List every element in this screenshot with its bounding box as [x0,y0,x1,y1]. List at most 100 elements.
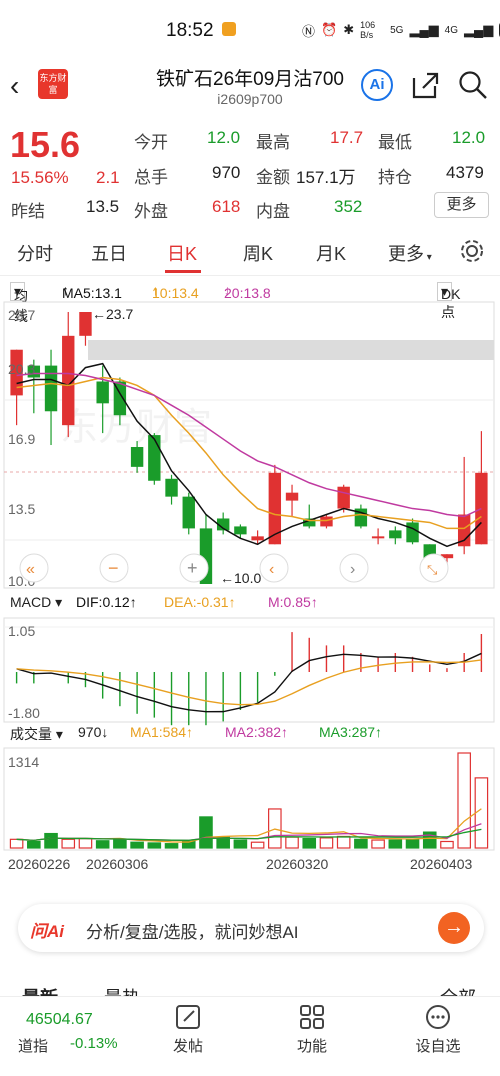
y-tick-3: 16.9 [8,431,35,447]
volume-bar [388,839,403,849]
dif-label: DIF:0.12 [76,594,130,610]
low-val: 12.0 [452,128,486,147]
last-price: 15.6 [10,124,81,165]
prev-settle-label: 昨结 [11,202,45,221]
vol-ma1: MA1:584↑ [130,724,194,740]
vol-ma2: MA2:382↑ [225,724,289,740]
volume-bar [354,838,368,849]
arrow-right-icon[interactable]: → [438,912,470,944]
ma5-line [16,362,482,548]
volume-bar [285,836,299,849]
vol-ma3: MA3:287↑ [319,724,383,740]
volume-value: 970↓ [78,724,109,740]
volume-bar [78,838,93,849]
m-value: M:0.85↑ [268,594,318,610]
watermark: 东方财富 [60,407,212,449]
vol-ma3-label: MA3:287 [319,724,376,740]
nav-add-watchlist[interactable]: 设自选 [408,1035,468,1056]
signal-5g: 5G [390,24,404,36]
candle-body [337,486,350,509]
dk-point-selector[interactable]: DK点 ▾ [437,282,460,320]
plus-icon: + [187,558,198,578]
macd-selector[interactable]: MACD ▾ [10,594,62,611]
bottom-nav: 46504.67 道指 -0.13% 发帖 功能 设自选 [0,996,500,1076]
tab-daily-k[interactable]: 日K [167,240,197,266]
signal-icon: ▂▄▆ [409,22,439,37]
volume-bar [319,837,334,849]
date-3: 20260320 [266,856,329,872]
candle-body [234,526,247,535]
index-name[interactable]: 道指 [18,1035,48,1056]
volume-value-label: 970 [78,724,102,740]
minus-icon: − [108,558,119,578]
settings-icon[interactable] [459,238,485,264]
date-4: 20260403 [410,856,473,872]
active-tab-indicator [165,270,201,273]
candle-body [251,536,264,541]
oi-val: 4379 [446,163,484,182]
date-1: 20260226 [8,856,71,872]
volume-bar [302,838,317,849]
outer-val: 618 [212,197,241,216]
volume-bar [474,777,489,849]
volume-bar [44,832,58,849]
volume-bar [199,816,213,849]
function-grid-icon [300,1005,324,1029]
net-speed: 106 B/s [360,20,376,40]
macd-bottom: -1.80 [8,705,40,721]
bluetooth-icon: ✱ [343,22,355,37]
signal-4g: 4G [444,24,459,36]
macd-top: 1.05 [8,623,35,639]
more-dots-icon [426,1005,450,1029]
amount-val: 157.1万 [296,168,356,187]
tab-five-day[interactable]: 五日 [91,240,127,266]
ma10-value: 10:13.4 ↑ [152,282,199,301]
status-icons: Ⓝ ⏰ ✱ 106 B/s 5G ▂▄▆ 4G ▂▄▆ 63 [302,20,500,40]
period-tabs: 分时 五日 日K 周K 月K 更多 ▾ [0,226,500,276]
index-value: 46504.67 [26,1011,93,1028]
volume-bar [164,843,179,849]
signal-icon-2: ▂▄▆ [464,22,494,37]
ma-lines [16,362,482,548]
dea-value: DEA:-0.31↑ [164,594,236,610]
open-label: 今开 [134,133,168,152]
high-val: 17.7 [330,128,364,147]
vol-val: 970 [212,163,241,182]
tab-weekly-k[interactable]: 周K [243,240,273,266]
volume-bar [336,835,351,849]
dea-label: DEA:-0.31 [164,594,229,610]
app-screen: 18:52 Ⓝ ⏰ ✱ 106 B/s 5G ▂▄▆ 4G ▂▄▆ 63 ‹ 东… [0,0,500,1076]
share-icon[interactable] [411,70,441,100]
kline-chart[interactable]: 东方财富 23.7 20.3 16.9 13.5 10.0 ←23.7 ←10.… [0,300,500,890]
nav-functions[interactable]: 功能 [282,1035,342,1056]
notification-icon [222,22,236,36]
tab-intraday[interactable]: 分时 [17,240,53,266]
more-quote-button[interactable]: 更多 [434,192,489,218]
volume-bars [9,752,489,849]
resistance-band [88,340,494,360]
tab-more[interactable]: 更多 ▾ [388,240,432,266]
volume-selector[interactable]: 成交量 ▾ [10,724,63,744]
ma-selector[interactable]: 均线 ▾ [10,282,28,324]
search-icon[interactable] [458,70,488,100]
candle-body [182,496,195,529]
volume-bar [130,841,144,849]
open-val: 12.0 [207,128,241,147]
volume-bar [250,841,265,849]
candle-body [148,435,161,481]
y-tick-2: 20.3 [8,361,35,377]
nfc-icon: Ⓝ [302,23,316,39]
status-time: 18:52 [166,20,214,41]
ai-assistant-bar[interactable]: 问Ai 分析/复盘/选股，就问妙想AI → [18,904,484,952]
change-pct: 15.56% [11,168,69,187]
prev-settle: 13.5 [86,197,120,216]
chevron-left-icon: ‹ [269,561,274,578]
volume-bar [147,842,162,849]
ai-button[interactable]: Ai [361,69,393,101]
ai-logo: 问Ai [30,922,64,941]
nav-post[interactable]: 发帖 [158,1035,218,1056]
amount-label: 金额 [256,168,290,187]
dropdown-icon: ▾ [424,252,432,263]
high-label: 最高 [256,133,290,152]
tab-monthly-k[interactable]: 月K [316,240,346,266]
